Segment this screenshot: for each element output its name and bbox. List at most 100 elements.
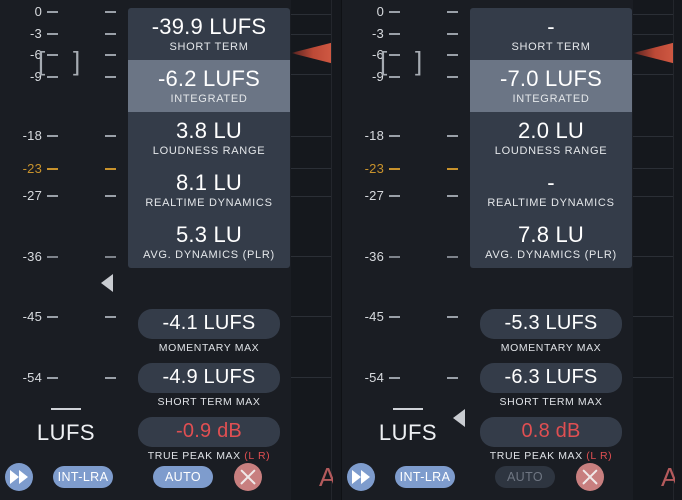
waveform-trace	[633, 42, 673, 64]
control-bar-left: INT-LRA AUTO	[0, 463, 341, 493]
fast-forward-button[interactable]	[5, 463, 33, 491]
scale-tick-dash-left	[389, 377, 400, 379]
scale-tick-target: -23	[342, 162, 470, 176]
scale-tick-dash-left	[47, 316, 58, 318]
readout-row-realtime-dynamics[interactable]: 8.1 LU REALTIME DYNAMICS	[128, 164, 290, 216]
pill-value: -0.9 dB	[176, 420, 242, 442]
pill-caption: MOMENTARY MAX	[500, 342, 602, 354]
scale-tick-dash-left	[47, 54, 58, 56]
graph-frame-line	[331, 0, 332, 500]
waveform-graph-left[interactable]: A	[291, 0, 341, 500]
control-bar-right: INT-LRA AUTO	[342, 463, 682, 493]
scale-tick-dash-right	[447, 377, 458, 379]
scale-tick-dash-left	[47, 33, 58, 35]
target-bracket-left: [	[380, 46, 388, 76]
readout-row-loudness-range[interactable]: 3.8 LU LOUDNESS RANGE	[128, 112, 290, 164]
scale-tick-label: -18	[22, 128, 42, 143]
pill-short-term-max[interactable]: -6.3 LUFS	[480, 363, 622, 393]
waveform-trace	[291, 42, 331, 64]
readout-row-short-term[interactable]: - SHORT TERM	[470, 8, 632, 60]
close-icon	[581, 468, 599, 486]
scale-tick-label: -36	[22, 249, 42, 264]
readout-card-right: - SHORT TERM -7.0 LUFS INTEGRATED 2.0 LU…	[470, 8, 632, 268]
readout-row-loudness-range[interactable]: 2.0 LU LOUDNESS RANGE	[470, 112, 632, 164]
graph-gridline	[633, 377, 673, 378]
scale-tick: -27	[0, 189, 128, 203]
readout-row-avg-dynamics[interactable]: 5.3 LU AVG. DYNAMICS (PLR)	[128, 216, 290, 268]
scale-tick-dash-left	[47, 135, 58, 137]
graph-gridline	[291, 34, 331, 35]
readout-row-realtime-dynamics[interactable]: - REALTIME DYNAMICS	[470, 164, 632, 216]
pill-value: -4.1 LUFS	[162, 312, 256, 334]
scale-tick: -9	[342, 70, 470, 84]
readout-caption: REALTIME DYNAMICS	[145, 197, 273, 209]
pill-momentary-max[interactable]: -5.3 LUFS	[480, 309, 622, 339]
int-lra-button[interactable]: INT-LRA	[53, 466, 113, 488]
readout-row-short-term[interactable]: -39.9 LUFS SHORT TERM	[128, 8, 290, 60]
unit-label: LUFS	[36, 420, 96, 445]
scale-tick: -45	[342, 310, 470, 324]
unit-dash	[393, 408, 423, 410]
target-bracket-right: ]	[415, 46, 423, 76]
readout-row-avg-dynamics[interactable]: 7.8 LU AVG. DYNAMICS (PLR)	[470, 216, 632, 268]
pill-channel-indicator: (L R)	[244, 450, 271, 462]
scale-tick: -36	[342, 250, 470, 264]
waveform-graph-right[interactable]: A	[633, 0, 682, 500]
graph-gridline	[291, 377, 331, 378]
readout-value: 8.1 LU	[175, 170, 243, 195]
pill-short-term-max[interactable]: -4.9 LUFS	[138, 363, 280, 393]
reset-button[interactable]	[234, 463, 262, 491]
scale-tick-dash-left	[389, 195, 400, 197]
fast-forward-button[interactable]	[347, 463, 375, 491]
pill-value: -4.9 LUFS	[162, 366, 256, 388]
readout-caption: AVG. DYNAMICS (PLR)	[485, 249, 617, 261]
scale-tick-dash-left	[389, 256, 400, 258]
graph-gridline	[291, 136, 331, 137]
auto-button[interactable]: AUTO	[495, 466, 555, 488]
scale-tick-dash-left	[47, 76, 58, 78]
pill-caption: SHORT TERM MAX	[157, 396, 261, 408]
fast-forward-icon	[10, 470, 28, 484]
scale-tick-dash-right	[447, 316, 458, 318]
reset-button[interactable]	[576, 463, 604, 491]
scale-tick: -3	[342, 27, 470, 41]
readout-row-integrated[interactable]: -7.0 LUFS INTEGRATED	[470, 60, 632, 112]
scale-tick-label: -23	[364, 161, 384, 176]
scale-tick: 0	[0, 5, 128, 19]
graph-gridline	[633, 74, 673, 75]
scale-tick: -9	[0, 70, 128, 84]
graph-gridline	[633, 168, 673, 169]
scale-tick: -45	[0, 310, 128, 324]
pill-caption: MOMENTARY MAX	[158, 342, 260, 354]
scale-tick-label: -45	[364, 309, 384, 324]
max-readouts-left: -4.1 LUFS MOMENTARY MAX -4.9 LUFS SHORT …	[138, 309, 280, 471]
playhead-arrow[interactable]	[101, 274, 113, 292]
scale-tick-dash-right	[105, 256, 116, 258]
target-bracket-left: [	[38, 46, 46, 76]
pill-true-peak-max[interactable]: -0.9 dB	[138, 417, 280, 447]
pill-channel-indicator: (L R)	[586, 450, 613, 462]
readout-row-integrated[interactable]: -6.2 LUFS INTEGRATED	[128, 60, 290, 112]
scale-tick-dash-right	[447, 168, 458, 170]
readout-value: 7.8 LU	[517, 222, 585, 247]
auto-button[interactable]: AUTO	[153, 466, 213, 488]
pill-true-peak-max[interactable]: 0.8 dB	[480, 417, 622, 447]
pill-value: -5.3 LUFS	[504, 312, 598, 334]
readout-value: 5.3 LU	[175, 222, 243, 247]
loudness-scale-right: 0 -3 -6 -9 [] -18 -23 -27 -36 -45 -54 L…	[342, 0, 470, 500]
loudness-meter-app: 0 -3 -6 -9 [] -18 -23 -27 -36 -45 -54 L…	[0, 0, 682, 500]
pill-caption: SHORT TERM MAX	[499, 396, 603, 408]
pill-caption-text: TRUE PEAK MAX	[147, 450, 241, 462]
scale-tick-label: 0	[376, 4, 384, 19]
scale-tick-dash-left	[389, 135, 400, 137]
scale-tick: -6	[342, 48, 470, 62]
pill-momentary-max[interactable]: -4.1 LUFS	[138, 309, 280, 339]
scale-tick-dash-left	[47, 168, 58, 170]
scale-tick-dash-left	[389, 33, 400, 35]
playhead-arrow[interactable]	[453, 409, 465, 427]
scale-tick-dash-right	[105, 54, 116, 56]
int-lra-button[interactable]: INT-LRA	[395, 466, 455, 488]
scale-tick-dash-right	[105, 11, 116, 13]
scale-tick-label: -3	[30, 26, 42, 41]
readout-value: -	[547, 170, 555, 195]
